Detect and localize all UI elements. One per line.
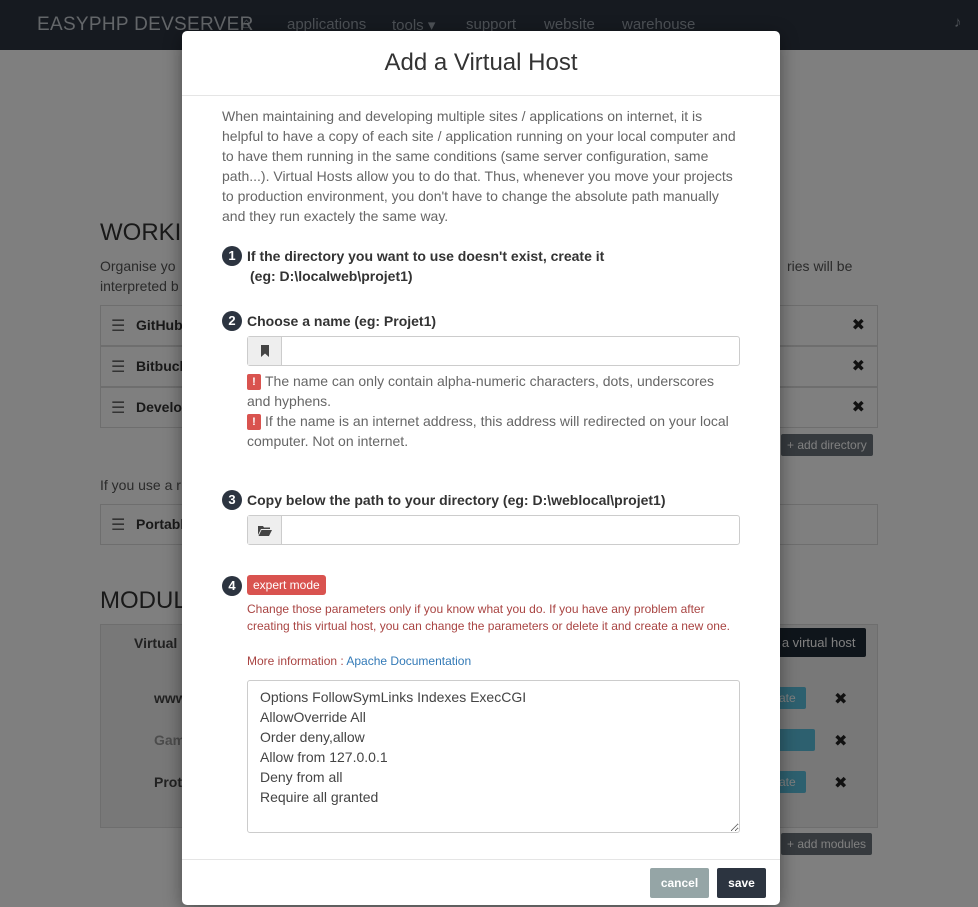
- step-number-4: 4: [222, 576, 242, 596]
- virtual-host-config-textarea[interactable]: Options FollowSymLinks Indexes ExecCGI A…: [247, 680, 740, 833]
- intro-text: When maintaining and developing multiple…: [222, 108, 736, 224]
- warning-text: The name can only contain alpha-numeric …: [247, 373, 715, 409]
- step2-title: Choose a name (eg: Projet1): [247, 313, 437, 329]
- name-warning-2: ! If the name is an internet address, thi…: [247, 411, 740, 451]
- modal-title: Add a Virtual Host: [384, 49, 578, 76]
- step-number-1: 1: [222, 246, 242, 266]
- name-warning-1: ! The name can only contain alpha-numeric…: [247, 371, 740, 411]
- step-number-3: 3: [222, 490, 242, 510]
- apache-documentation-link[interactable]: Apache Documentation: [346, 654, 471, 668]
- step3-title: Copy below the path to your directory (e…: [247, 492, 666, 508]
- path-input[interactable]: [283, 516, 739, 544]
- more-info-label: More information :: [247, 654, 347, 668]
- exclamation-icon: !: [247, 374, 261, 390]
- modal-footer: cancel save: [182, 859, 780, 905]
- step1-example: (eg: D:\localweb\projet1): [250, 268, 413, 284]
- name-input-group: [247, 336, 740, 366]
- folder-open-icon: [248, 516, 282, 544]
- modal-header: Add a Virtual Host: [182, 31, 780, 96]
- cancel-button[interactable]: cancel: [650, 868, 709, 898]
- expert-mode-badge: expert mode: [247, 575, 326, 595]
- step-number-2: 2: [222, 311, 242, 331]
- save-button[interactable]: save: [717, 868, 766, 898]
- add-virtual-host-modal: Add a Virtual Host When maintaining and …: [182, 31, 780, 905]
- expert-warning: Change those parameters only if you know…: [247, 602, 730, 633]
- bookmark-icon: [248, 337, 282, 365]
- exclamation-icon: !: [247, 414, 261, 430]
- name-input[interactable]: [283, 337, 739, 365]
- step1-title: If the directory you want to use doesn't…: [247, 248, 605, 264]
- path-input-group: [247, 515, 740, 545]
- more-information: More information : Apache Documentation: [247, 653, 471, 669]
- warning-text: If the name is an internet address, this…: [247, 413, 729, 449]
